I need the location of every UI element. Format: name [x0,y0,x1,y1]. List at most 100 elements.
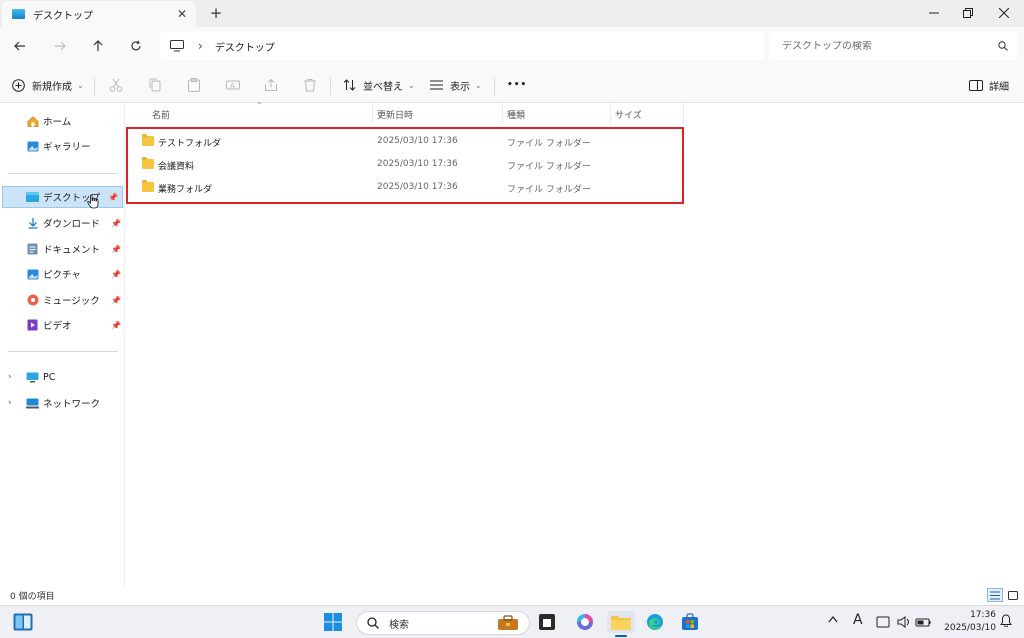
taskbar-app-store[interactable] [679,611,701,633]
file-type: ファイル フォルダー [507,162,591,172]
windows-logo-icon [324,613,342,631]
up-button[interactable] [86,35,110,57]
cut-button[interactable] [107,76,125,94]
sidebar-item-videos[interactable]: ビデオ 📌 [0,314,125,336]
pin-icon: 📌 [111,320,121,330]
view-label: 表示 [450,81,470,93]
view-lines-icon [430,80,443,90]
folder-icon [142,180,154,192]
search-icon [998,41,1008,51]
clock-time: 17:36 [970,610,996,620]
forward-button[interactable] [48,35,72,57]
column-header-size[interactable]: サイズ [611,103,684,125]
pin-icon: 📌 [111,218,121,228]
desktop-folder-icon [26,191,39,203]
sidebar-item-music[interactable]: ミュージック 📌 [0,289,125,311]
notification-button[interactable] [1000,614,1012,630]
sidebar-item-label: ギャラリー [43,142,91,153]
chevron-down-icon: ⌄ [475,80,482,90]
tab-label: デスクトップ [33,10,93,22]
new-label: 新規作成 [32,81,72,93]
divider [330,77,331,95]
file-row[interactable]: 会議資料 2025/03/10 17:36 ファイル フォルダー [134,154,684,176]
chevron-right-icon[interactable]: › [8,398,12,408]
arrow-up-icon [93,40,103,51]
details-view-button[interactable] [987,588,1003,602]
minimize-button[interactable] [916,0,952,26]
taskbar-app-file-explorer[interactable] [607,611,635,637]
trash-icon [304,79,316,92]
tab-desktop[interactable]: デスクトップ ✕ [2,1,196,27]
sidebar-item-label: ドキュメント [43,245,101,256]
tray-icons[interactable] [876,615,934,632]
sidebar-item-pc[interactable]: › PC [0,366,125,388]
widgets-button[interactable] [12,611,34,633]
gallery-icon [26,140,39,152]
title-bar: デスクトップ ✕ + [0,0,1024,27]
new-button[interactable]: 新規作成 ⌄ [12,75,84,95]
ime-indicator[interactable]: A [853,612,863,628]
chevron-up-icon [828,616,838,623]
file-row[interactable]: テストフォルダ 2025/03/10 17:36 ファイル フォルダー [134,131,684,153]
column-header-name[interactable]: 名前 [126,103,373,125]
more-options-button[interactable]: ••• [507,75,527,95]
tiles-view-icon [1008,590,1018,600]
share-button[interactable] [262,76,280,94]
sidebar-item-home[interactable]: ホーム [0,110,125,132]
search-input[interactable] [782,40,998,52]
share-icon [265,78,277,91]
breadcrumb-desktop[interactable]: デスクトップ [215,39,275,54]
taskbar-app-edge[interactable] [644,611,666,633]
show-hidden-icons-button[interactable] [828,615,838,626]
close-window-button[interactable] [986,0,1022,26]
folder-icon [142,134,154,146]
close-icon [999,8,1009,18]
copy-icon [149,78,161,92]
command-bar: 新規作成 ⌄ A 並べ替え ⌄ 表示 ⌄ ••• 詳細 [0,65,1024,103]
refresh-button[interactable] [124,35,148,57]
sort-button[interactable]: 並べ替え ⌄ [343,75,415,95]
view-button[interactable]: 表示 ⌄ [430,75,482,95]
close-tab-button[interactable]: ✕ [174,7,190,21]
back-button[interactable] [8,35,32,57]
sidebar-item-downloads[interactable]: ダウンロード 📌 [0,212,125,234]
column-header-modified[interactable]: 更新日時 [373,103,503,125]
sidebar-item-label: PC [43,371,56,383]
clock[interactable]: 17:36 2025/03/10 [940,609,996,635]
sidebar-divider [8,173,118,174]
taskbar-app-copilot[interactable] [574,611,596,633]
new-tab-button[interactable]: + [206,4,226,22]
address-bar[interactable]: › デスクトップ [160,32,764,60]
taskbar-search[interactable]: 検索 [356,611,530,635]
monitor-icon [170,40,184,52]
taskbar-app-terminal[interactable] [536,611,558,633]
music-icon [26,294,39,306]
svg-text:A: A [230,82,235,90]
copilot-icon [577,614,593,630]
tiles-view-button[interactable] [1005,588,1021,602]
file-name: 業務フォルダ [158,185,213,195]
delete-button[interactable] [301,76,319,94]
sidebar-item-documents[interactable]: ドキュメント 📌 [0,238,125,260]
paste-button[interactable] [185,76,203,94]
chevron-down-icon: ⌄ [408,80,415,90]
network-icon [26,397,39,409]
column-header-type[interactable]: 種類 [503,103,611,125]
sidebar-item-network[interactable]: › ネットワーク [0,392,125,414]
sidebar-divider [8,351,118,352]
navigation-pane: ホーム ギャラリー デスクトップ 📌 ダウンロード 📌 ドキュメント 📌 ピクチ… [0,103,125,587]
rename-button[interactable]: A [224,76,242,94]
sidebar-item-desktop[interactable]: デスクトップ 📌 [2,186,123,209]
minimize-icon [929,12,939,14]
pin-icon: 📌 [111,269,121,279]
copy-button[interactable] [146,76,164,94]
restore-button[interactable] [950,0,986,26]
item-count: 0 個の項目 [10,592,55,602]
chevron-right-icon[interactable]: › [8,372,12,382]
file-row[interactable]: 業務フォルダ 2025/03/10 17:36 ファイル フォルダー [134,177,684,199]
sidebar-item-pictures[interactable]: ピクチャ 📌 [0,263,125,285]
chevron-down-icon: ⌄ [77,80,84,90]
sidebar-item-gallery[interactable]: ギャラリー [0,135,125,157]
details-pane-button[interactable]: 詳細 [969,75,1009,95]
start-button[interactable] [322,611,344,633]
